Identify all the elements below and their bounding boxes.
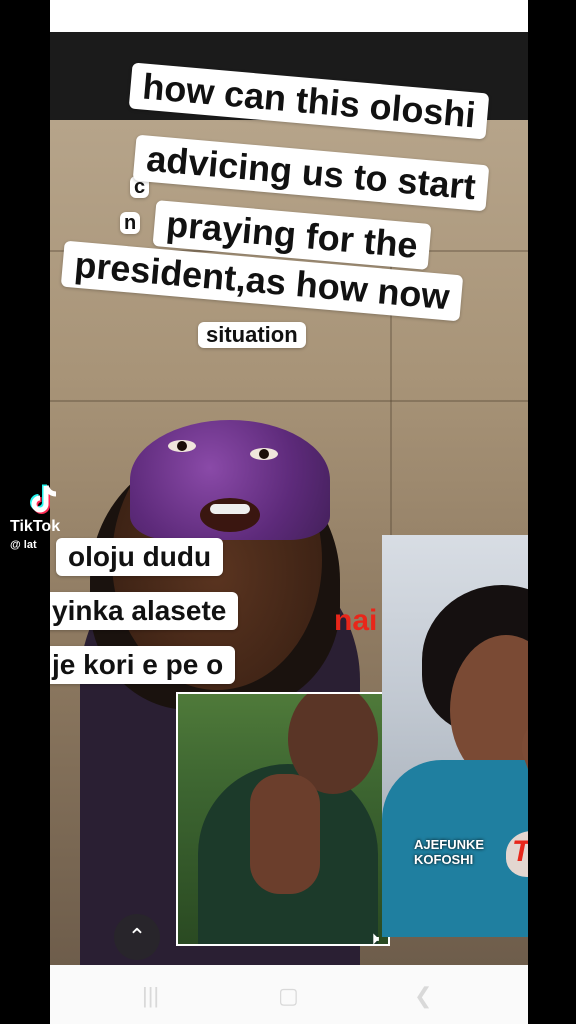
recent-apps-icon[interactable]: |||: [142, 983, 159, 1009]
caption-line: oloju dudu: [56, 538, 224, 576]
tiktok-logo-icon: [30, 484, 57, 514]
speaker-eye: [250, 448, 278, 460]
phone-screen: c n situation how can this oloshi advici…: [50, 0, 528, 1024]
speaker-eye: [168, 440, 196, 452]
tiktok-brand: TikTok: [10, 518, 61, 535]
tiktok-handle: @ lat: [10, 539, 37, 551]
tv-logo-text: TV: [512, 835, 528, 869]
letterbox-right: [528, 0, 576, 1024]
system-nav-bar: ||| ▢ ❮: [50, 965, 528, 1024]
speaker-mouth: [200, 498, 260, 532]
caption-line: je kori e pe o: [50, 646, 236, 684]
caption-line: yinka alasete: [50, 592, 239, 630]
hidden-caption-fragment: situation: [198, 322, 306, 348]
inset-video-left: [176, 692, 390, 946]
inset-hands: [250, 774, 320, 894]
chevron-up-icon[interactable]: ⌃: [114, 914, 160, 960]
back-icon[interactable]: ❮: [414, 983, 432, 1009]
inset-video-right: AJEFUNKE KOFOSHI TV: [382, 535, 528, 937]
channel-watermark-line1: AJEFUNKE: [414, 837, 485, 852]
channel-watermark-line2: KOFOSHI: [414, 852, 474, 867]
channel-watermark: AJEFUNKE KOFOSHI: [414, 837, 484, 867]
red-caption-fragment: nai: [334, 604, 378, 637]
hidden-caption-fragment: n: [120, 212, 141, 234]
home-icon[interactable]: ▢: [278, 983, 299, 1009]
wall-seam: [50, 400, 528, 402]
speaker-icon[interactable]: 🕨: [368, 928, 379, 949]
